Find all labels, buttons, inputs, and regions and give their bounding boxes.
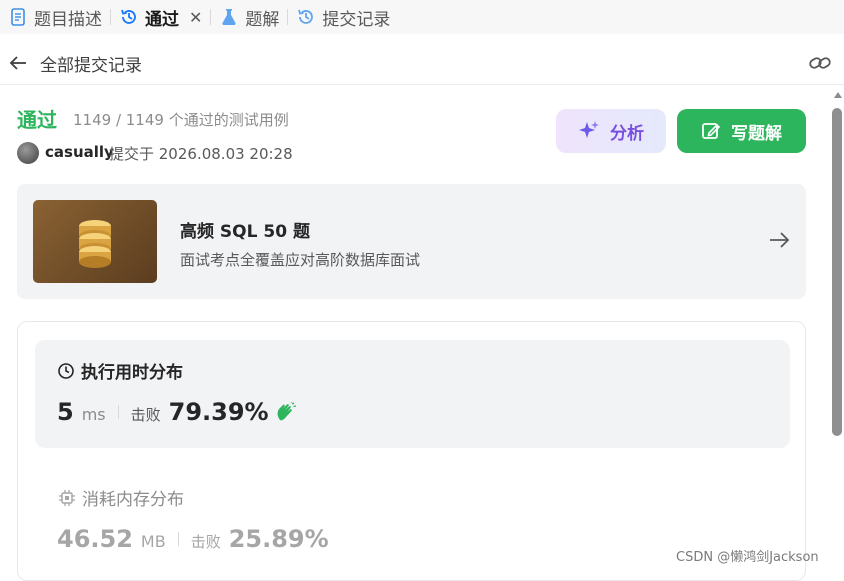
performance-panel: 执行用时分布 5 ms 击败 79.39% 消耗内存分布 46.52 MB 击败… [17, 321, 806, 581]
memory-beat-percent: 25.89% [228, 525, 329, 553]
study-plan-card[interactable]: 高频 SQL 50 题 面试考点全覆盖应对高阶数据库面试 [17, 184, 806, 299]
tab-label: 题解 [245, 9, 280, 30]
tab-label: 提交记录 [322, 9, 391, 30]
test-cases-count: 1149 / 1149 个通过的测试用例 [73, 111, 289, 129]
memory-title: 消耗内存分布 [58, 485, 184, 510]
clock-icon [57, 362, 75, 380]
arrow-right-icon[interactable] [767, 230, 791, 250]
tab-label: 通过 [145, 9, 179, 30]
tab-solutions[interactable]: 题解 [211, 0, 287, 34]
scrollbar-thumb[interactable] [832, 108, 842, 436]
tab-description[interactable]: 题目描述 [0, 0, 110, 34]
tab-accepted[interactable]: 通过 ✕ [111, 0, 210, 34]
runtime-value: 5 [57, 398, 74, 426]
link-icon[interactable] [808, 53, 832, 73]
memory-value: 46.52 [57, 525, 133, 553]
close-icon[interactable]: ✕ [189, 8, 202, 27]
study-plan-description: 面试考点全覆盖应对高阶数据库面试 [180, 251, 421, 269]
status-label: 通过 [17, 108, 57, 132]
tab-bar: 题目描述 通过 ✕ 题解 提交记录 [0, 0, 844, 34]
study-plan-title: 高频 SQL 50 题 [180, 222, 310, 242]
tab-submissions[interactable]: 提交记录 [288, 0, 398, 34]
analyze-label: 分析 [610, 123, 644, 144]
memory-unit: MB [140, 532, 166, 551]
write-solution-label: 写题解 [731, 123, 782, 144]
runtime-card[interactable]: 执行用时分布 5 ms 击败 79.39% [35, 340, 790, 448]
avatar[interactable] [17, 142, 39, 164]
tab-label: 题目描述 [34, 9, 102, 30]
runtime-title: 执行用时分布 [57, 358, 183, 383]
history-icon [296, 7, 316, 27]
username[interactable]: casually [45, 143, 114, 161]
clapping-hands-icon [275, 402, 297, 422]
page-title: 全部提交记录 [40, 56, 142, 76]
analyze-button[interactable]: 分析 [556, 109, 666, 153]
history-icon [119, 7, 139, 27]
metric-divider [117, 405, 119, 419]
submissions-header: 全部提交记录 [0, 41, 844, 85]
runtime-metric: 5 ms 击败 79.39% [57, 398, 297, 426]
chip-icon [58, 489, 76, 507]
document-icon [8, 7, 28, 27]
submitted-time: 提交于 2026.08.03 20:28 [109, 145, 293, 163]
flask-icon [219, 7, 239, 27]
database-icon [33, 200, 157, 283]
write-solution-button[interactable]: 写题解 [677, 109, 806, 153]
scroll-up-arrow-icon[interactable] [834, 92, 842, 98]
runtime-title-text: 执行用时分布 [81, 363, 183, 383]
metric-divider [177, 532, 179, 546]
beat-label: 击败 [190, 533, 221, 551]
memory-title-text: 消耗内存分布 [82, 490, 184, 510]
edit-icon [701, 121, 721, 141]
arrow-left-icon[interactable] [8, 53, 28, 73]
runtime-unit: ms [81, 405, 106, 424]
runtime-beat-percent: 79.39% [168, 398, 269, 426]
watermark: CSDN @懒鸿剑Jackson [676, 550, 819, 565]
sparkle-icon [578, 120, 600, 142]
beat-label: 击败 [130, 406, 161, 424]
memory-metric[interactable]: 46.52 MB 击败 25.89% [57, 525, 329, 553]
